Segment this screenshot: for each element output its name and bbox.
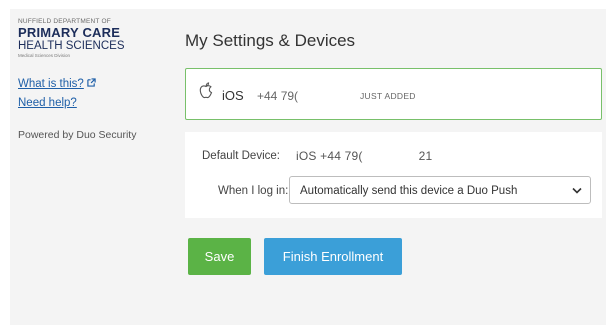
device-name: iOS — [222, 88, 244, 103]
finish-enrollment-button[interactable]: Finish Enrollment — [264, 238, 402, 275]
default-device-label: Default Device: — [202, 150, 280, 162]
default-device-value-prefix: iOS +44 79( — [296, 149, 363, 163]
what-is-this-link[interactable]: What is this? — [18, 78, 96, 90]
powered-by-text: Powered by Duo Security — [18, 129, 137, 141]
device-status-badge: JUST ADDED — [360, 91, 416, 101]
login-action-select[interactable]: Automatically send this device a Duo Pus… — [289, 176, 591, 204]
login-action-value: Automatically send this device a Duo Pus… — [300, 185, 518, 197]
logo-line-4: Medical Sciences Division — [18, 53, 71, 58]
device-card[interactable]: iOS +44 79( JUST ADDED — [185, 68, 602, 120]
institution-logo: NUFFIELD DEPARTMENT OF PRIMARY CARE HEAL… — [18, 18, 153, 59]
logo-line-3: HEALTH SCIENCES — [18, 40, 125, 52]
device-phone: +44 79( — [257, 89, 299, 103]
default-device-value-suffix: 21 — [418, 149, 433, 163]
chevron-down-icon — [572, 187, 582, 194]
save-button[interactable]: Save — [188, 238, 251, 275]
page-title: My Settings & Devices — [185, 31, 356, 50]
need-help-link[interactable]: Need help? — [18, 97, 77, 109]
what-is-this-label: What is this? — [18, 78, 84, 90]
apple-icon — [199, 82, 213, 99]
external-link-icon — [87, 78, 96, 87]
login-action-label: When I log in: — [218, 185, 289, 197]
settings-card: Default Device: iOS +44 79( 21 When I log… — [185, 132, 602, 218]
default-device-value: iOS +44 79( 21 — [296, 149, 432, 163]
logo-line-2: PRIMARY CARE — [18, 25, 121, 40]
